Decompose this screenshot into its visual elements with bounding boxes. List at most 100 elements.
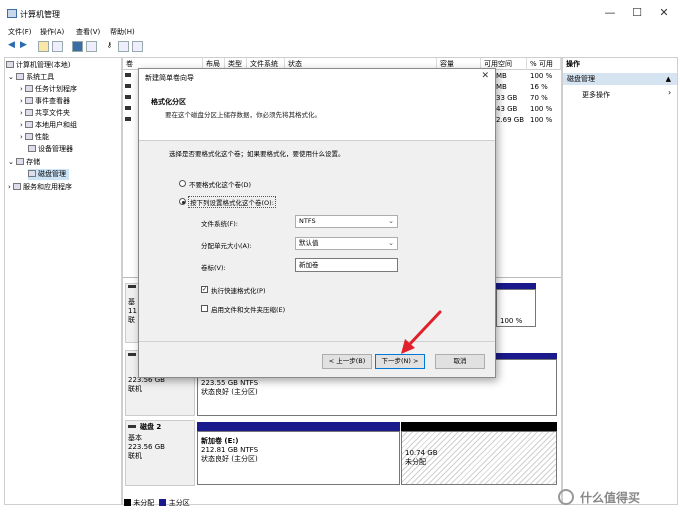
back-button[interactable]: < 上一步(B) xyxy=(322,354,372,369)
wizard-description: 选择是否要格式化这个卷；如果要格式化，要使用什么设置。 xyxy=(169,150,345,158)
no-format-label[interactable]: 不要格式化这个卷(D) xyxy=(189,179,251,189)
percent-free-cell: 16 % xyxy=(530,83,548,91)
quick-format-checkbox[interactable]: ✓ xyxy=(201,286,208,293)
wizard-subheading: 要在这个磁盘分区上储存数据，你必须先将其格式化。 xyxy=(165,111,321,119)
partition-status: 未分配 xyxy=(405,458,426,466)
format-radio[interactable] xyxy=(179,198,186,205)
tree-item-shared-folders[interactable]: › 共享文件夹 xyxy=(20,108,70,119)
compression-checkbox[interactable] xyxy=(201,305,208,312)
device-manager-icon xyxy=(28,145,36,152)
computer-icon xyxy=(6,61,14,68)
forward-arrow-icon[interactable]: ▶ xyxy=(18,41,29,52)
tree-item-system-tools[interactable]: ⌄ 系统工具 xyxy=(8,72,54,83)
clock-icon xyxy=(25,85,34,92)
properties-icon[interactable] xyxy=(86,41,97,52)
no-format-radio[interactable] xyxy=(179,180,186,187)
free-space-cell: 33 GB xyxy=(496,94,518,102)
partition-name: 新加卷 (E:) xyxy=(201,437,239,445)
maximize-button[interactable]: ☐ xyxy=(627,6,647,20)
actions-disk-management[interactable]: 磁盘管理 ▲ xyxy=(563,73,677,85)
disk-2-partition-e[interactable]: 新加卷 (E:) 212.81 GB NTFS 状态良好 (主分区) xyxy=(197,431,400,485)
disk-2-unallocated[interactable]: 10.74 GB 未分配 xyxy=(401,431,557,485)
tree-item-event-viewer[interactable]: › 事件查看器 xyxy=(20,96,70,107)
volume-label-label: 卷标(V): xyxy=(201,264,226,272)
tree-item-local-users[interactable]: › 本地用户和组 xyxy=(20,120,77,131)
quick-format-label[interactable]: 执行快速格式化(P) xyxy=(211,285,266,295)
help-icon[interactable] xyxy=(72,41,83,52)
more-actions[interactable]: 更多操作 xyxy=(582,90,610,100)
menu-help[interactable]: 帮助(H) xyxy=(110,27,135,37)
disk-2-primary-bar xyxy=(197,422,400,431)
chevron-down-icon: ⌄ xyxy=(388,239,394,247)
check-icon[interactable] xyxy=(118,41,129,52)
menu-view[interactable]: 查看(V) xyxy=(76,27,100,37)
disk-icon xyxy=(128,285,136,288)
menu-bar xyxy=(0,26,680,40)
percent-free-cell: 100 % xyxy=(530,116,553,124)
tree-item-disk-management[interactable]: 磁盘管理 xyxy=(28,169,69,180)
performance-icon xyxy=(25,133,34,140)
disk-0-type: 基 xyxy=(128,298,135,306)
menu-action[interactable]: 操作(A) xyxy=(40,27,64,37)
disk-0-state: 联 xyxy=(128,316,135,324)
format-label[interactable]: 按下列设置格式化这个卷(O): xyxy=(188,196,276,208)
volume-row-icon xyxy=(125,84,131,88)
free-space-cell: 43 GB xyxy=(496,105,518,113)
disk-2-state: 联机 xyxy=(128,452,142,460)
list-view-icon[interactable] xyxy=(132,41,143,52)
tree-item-storage[interactable]: ⌄ 存储 xyxy=(8,157,40,168)
red-arrow-annotation xyxy=(401,310,442,354)
tree-item-computer-management[interactable]: 计算机管理(本地) xyxy=(6,60,70,71)
disk-0-partition[interactable]: 100 % xyxy=(496,289,536,327)
storage-icon xyxy=(16,158,25,165)
tools-icon xyxy=(16,73,25,80)
compression-label[interactable]: 启用文件和文件夹压缩(E) xyxy=(211,304,285,314)
column-percent-free[interactable]: % 可用 xyxy=(527,58,561,70)
menu-file[interactable]: 文件(F) xyxy=(8,27,32,37)
volume-row-icon xyxy=(125,106,131,110)
users-icon xyxy=(25,121,34,128)
percent-free-cell: 100 % xyxy=(530,105,553,113)
chevron-right-icon: › xyxy=(668,88,672,97)
allocation-unit-select[interactable]: 默认值 ⌄ xyxy=(295,237,398,250)
free-space-cell: MB xyxy=(496,83,507,91)
up-folder-icon[interactable] xyxy=(38,41,49,52)
minimize-button[interactable]: — xyxy=(600,6,620,20)
key-icon[interactable]: ⚷ xyxy=(104,41,115,52)
tree-item-task-scheduler[interactable]: › 任务计划程序 xyxy=(20,84,77,95)
partition-status: 状态良好 (主分区) xyxy=(201,455,258,463)
shared-folder-icon xyxy=(25,109,34,116)
partition-size: 223.55 GB NTFS xyxy=(201,379,259,387)
percent-free-cell: 70 % xyxy=(530,94,548,102)
legend: 未分配 主分区 xyxy=(124,498,190,508)
collapse-up-icon: ▲ xyxy=(665,75,671,83)
tree-item-device-manager[interactable]: 设备管理器 xyxy=(28,144,73,155)
wizard-heading: 格式化分区 xyxy=(151,98,186,106)
wizard-close-button[interactable]: ✕ xyxy=(481,71,489,81)
close-button[interactable]: ✕ xyxy=(654,6,674,20)
title-bar xyxy=(0,0,680,26)
show-tree-icon[interactable] xyxy=(52,41,63,52)
percent-free-cell: 100 % xyxy=(530,72,553,80)
wizard-title: 新建简单卷向导 xyxy=(145,74,194,82)
actions-pane xyxy=(562,57,678,505)
services-icon xyxy=(13,183,22,190)
filesystem-select[interactable]: NTFS ⌄ xyxy=(295,215,398,228)
disk-icon xyxy=(128,425,136,428)
partition-size: 212.81 GB NTFS xyxy=(201,446,259,454)
disk-icon xyxy=(28,170,36,177)
partition-status: 状态良好 (主分区) xyxy=(201,388,258,396)
disk-icon xyxy=(128,353,136,356)
tree-item-services-apps[interactable]: › 服务和应用程序 xyxy=(8,182,72,193)
unallocated-swatch xyxy=(124,499,131,506)
free-space-cell: 2.69 GB xyxy=(496,116,525,124)
volume-label-input[interactable]: 新加卷 xyxy=(295,258,398,272)
event-viewer-icon xyxy=(25,97,34,104)
partition-status: 100 % xyxy=(500,317,523,325)
legend-unallocated: 未分配 xyxy=(133,499,155,507)
filesystem-label: 文件系统(F): xyxy=(201,220,239,228)
back-arrow-icon[interactable]: ◀ xyxy=(6,41,17,52)
toolbar xyxy=(0,40,680,55)
tree-item-performance[interactable]: › 性能 xyxy=(20,132,49,143)
watermark-text: 什么值得买 xyxy=(580,491,641,505)
